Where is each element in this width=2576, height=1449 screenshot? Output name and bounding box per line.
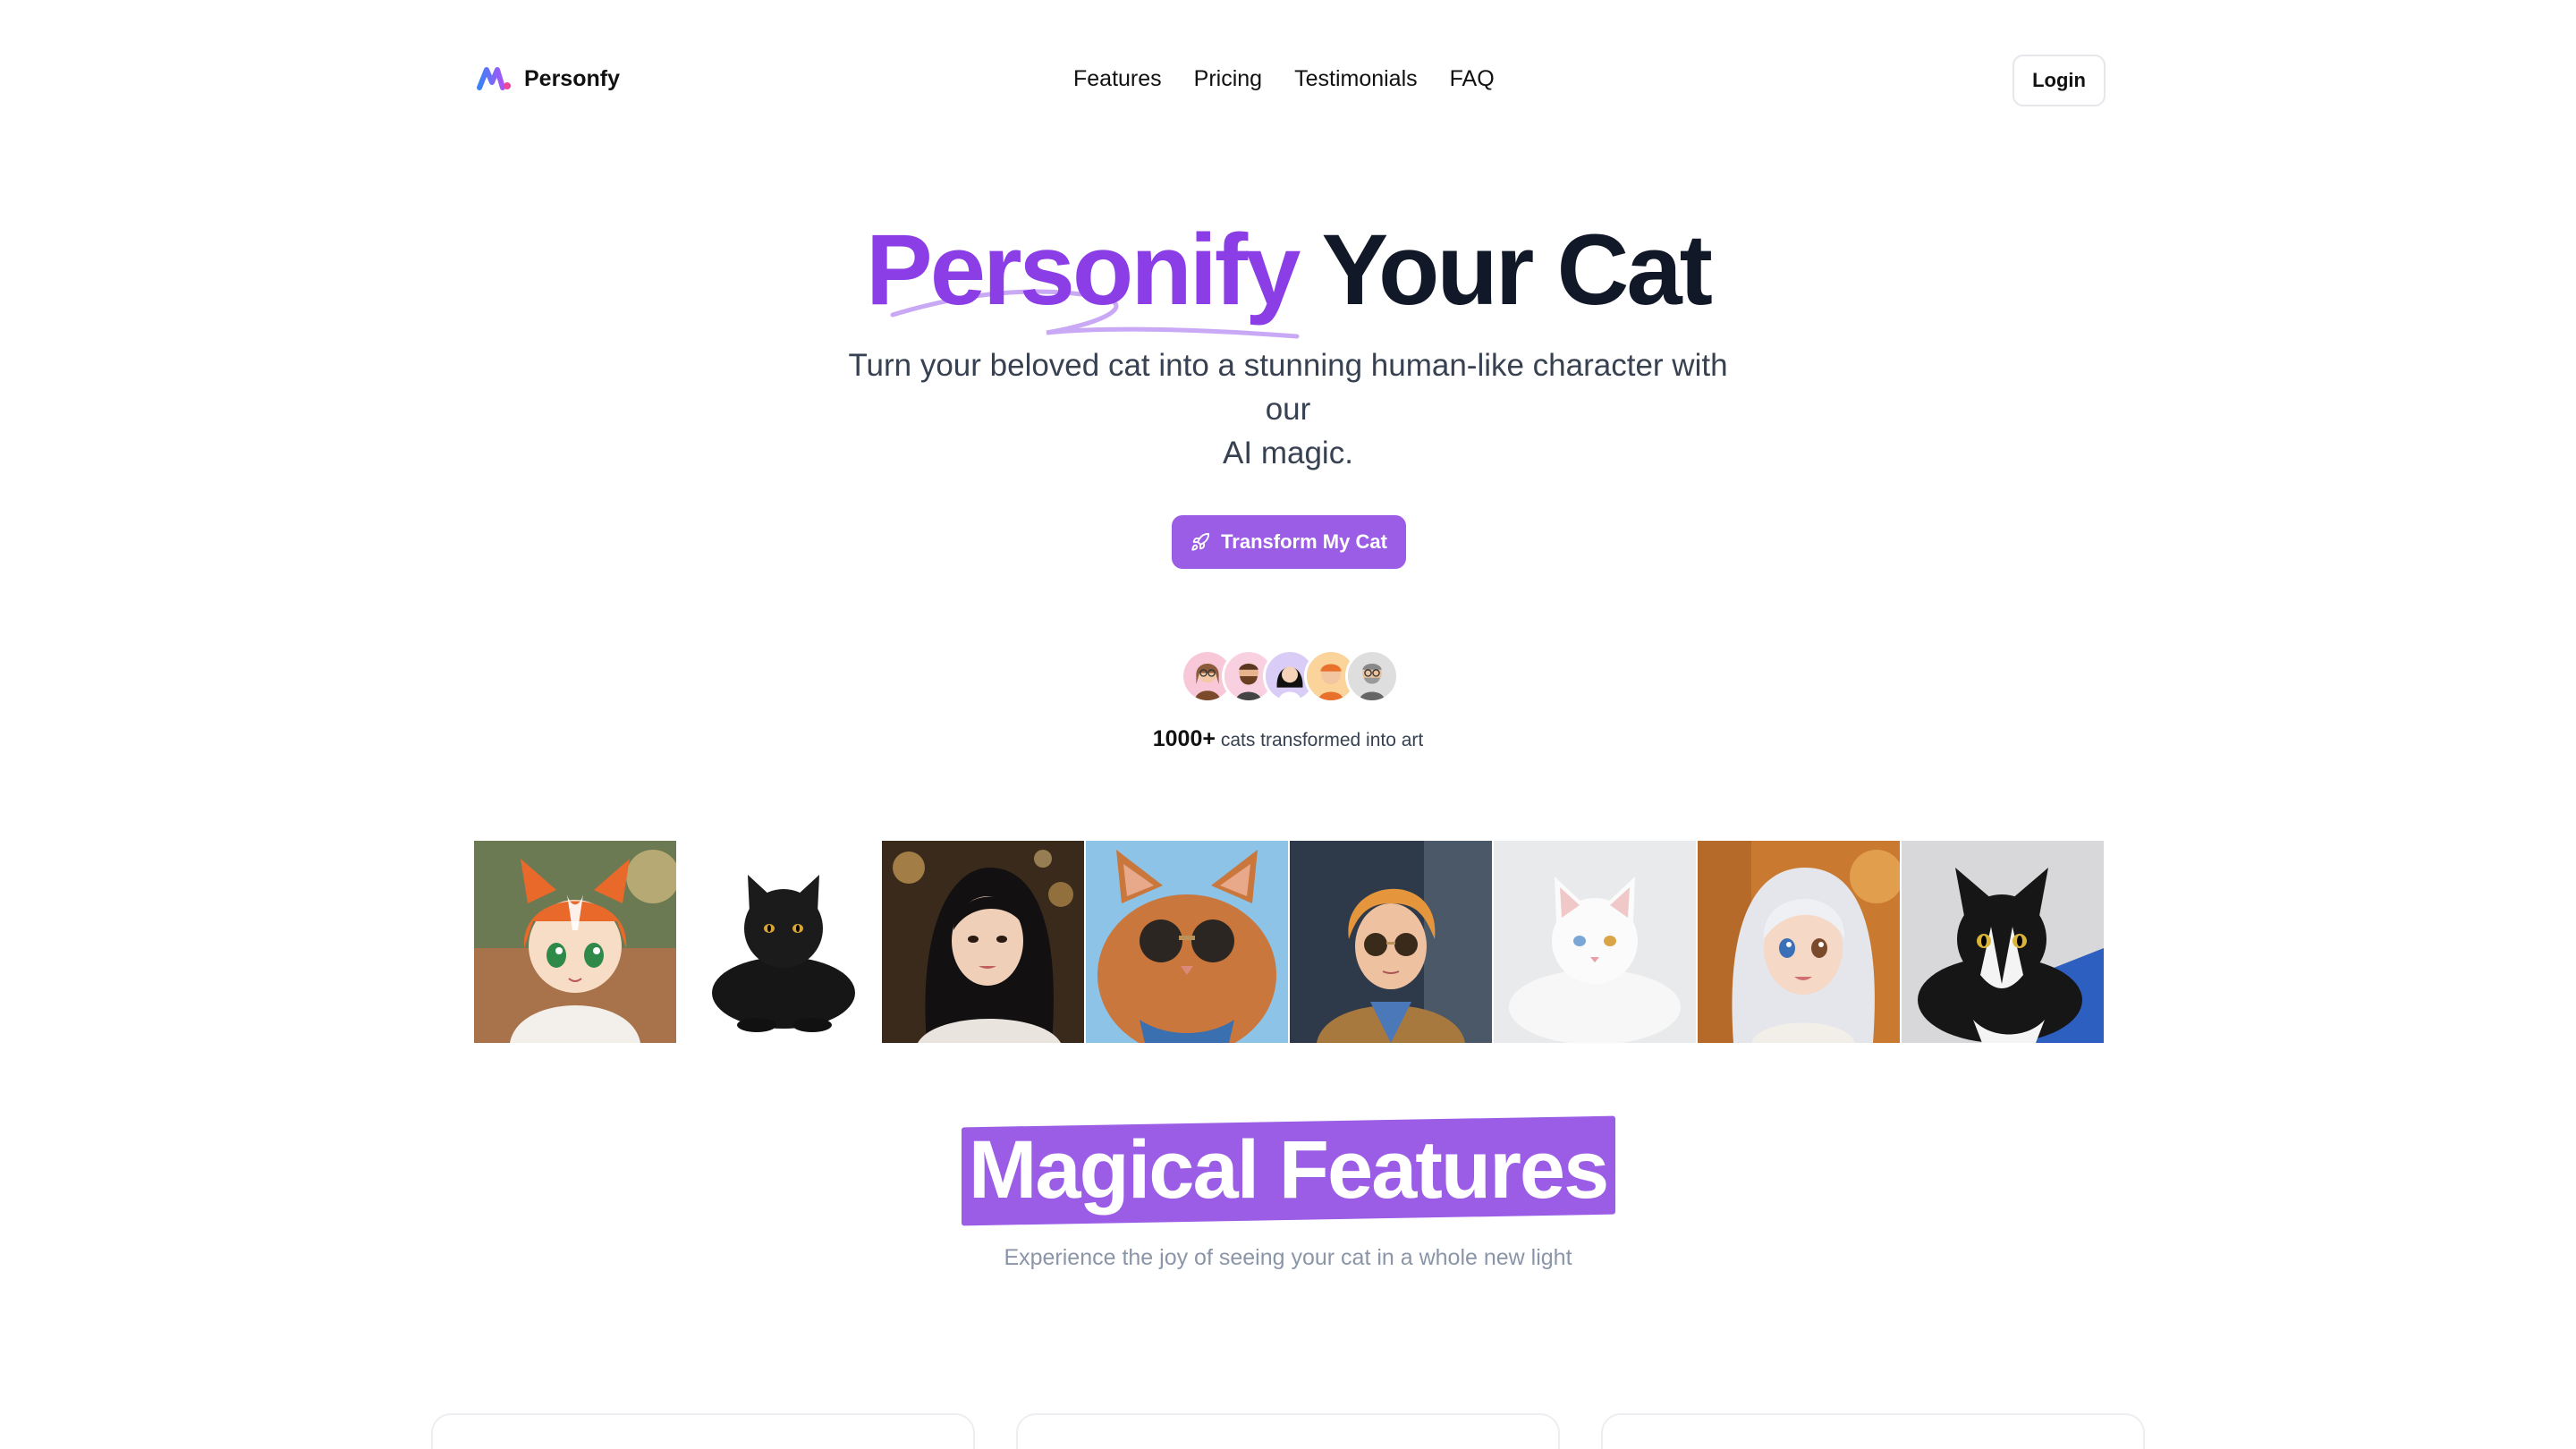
gallery-image-white-haired-girl: [1698, 841, 1900, 1043]
transform-my-cat-button[interactable]: Transform My Cat: [1172, 515, 1406, 569]
nav-link-faq[interactable]: FAQ: [1450, 66, 1495, 92]
top-nav: Personfy Features Pricing Testimonials F…: [0, 0, 2576, 161]
login-button[interactable]: Login: [2012, 55, 2106, 106]
gallery-image-black-cat: [678, 841, 880, 1043]
nav-link-features[interactable]: Features: [1073, 66, 1162, 92]
gallery-image-cat-with-sunglasses: [1086, 841, 1288, 1043]
gallery-image-anime-cat-girl: [474, 841, 676, 1043]
gallery-image-boy-with-sunglasses: [1290, 841, 1492, 1043]
hero-title-rest: Your Cat: [1321, 214, 1713, 326]
social-proof: 1000+ cats transformed into art: [0, 726, 2576, 752]
logo-icon: [477, 67, 511, 90]
avatar: [1345, 649, 1399, 703]
hero-title: Personify Your Cat: [0, 208, 2576, 333]
logo-text: Personfy: [524, 65, 620, 91]
social-proof-text: cats transformed into art: [1220, 730, 1424, 750]
nav-link-testimonials[interactable]: Testimonials: [1294, 66, 1418, 92]
feature-card: [1016, 1413, 1560, 1449]
gallery: [474, 841, 2104, 1043]
gallery-image-tuxedo-cat: [1902, 841, 2104, 1043]
nav-links: Features Pricing Testimonials FAQ: [1073, 66, 1495, 92]
nav-link-pricing[interactable]: Pricing: [1194, 66, 1262, 92]
gallery-image-white-cat: [1494, 841, 1696, 1043]
logo[interactable]: Personfy: [476, 64, 620, 93]
hero-subtitle: Turn your beloved cat into a stunning hu…: [841, 343, 1735, 475]
rocket-icon: [1191, 532, 1210, 551]
feature-card: [431, 1413, 975, 1449]
features-title: Magical Features: [961, 1115, 1615, 1226]
features-heading-wrap: Magical Features: [0, 1115, 2576, 1226]
cta-label: Transform My Cat: [1221, 530, 1387, 553]
features-subtitle: Experience the joy of seeing your cat in…: [1004, 1245, 1572, 1270]
feature-card: [1601, 1413, 2145, 1449]
gallery-image-woman-portrait: [882, 841, 1084, 1043]
avatar-stack: [1181, 649, 1399, 703]
hero-title-accent: Personify: [866, 214, 1301, 326]
hero-subtitle-line2: AI magic.: [1223, 436, 1353, 470]
social-proof-count: 1000+: [1152, 726, 1216, 751]
hero-subtitle-line1: Turn your beloved cat into a stunning hu…: [848, 348, 1728, 427]
